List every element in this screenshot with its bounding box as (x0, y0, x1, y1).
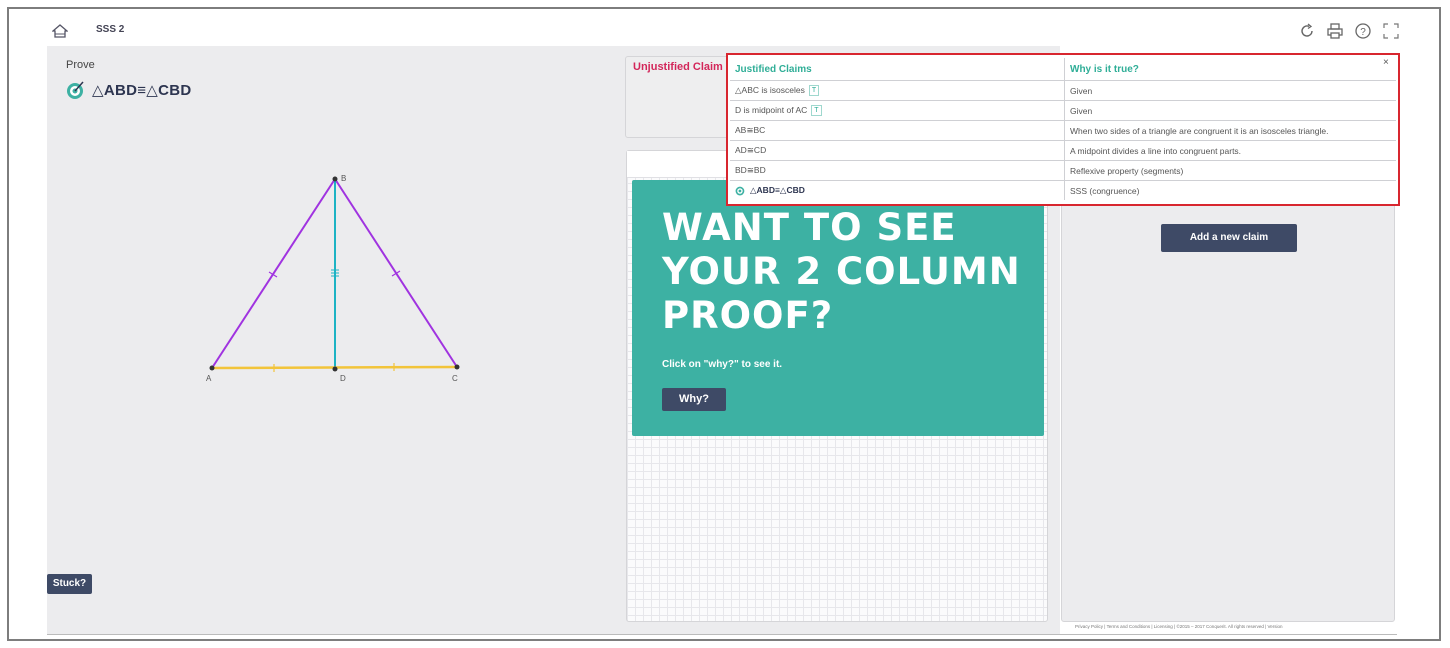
table-row[interactable]: AB≅BC When two sides of a triangle are c… (730, 120, 1396, 141)
promo-subtitle: Click on "why?" to see it. (662, 359, 783, 370)
reason-cell: Reflexive property (segments) (1064, 160, 1396, 181)
claim-cell: AD≅CD (730, 140, 1065, 161)
reason-cell: When two sides of a triangle are congrue… (1064, 120, 1396, 141)
column-header-reason: Why is it true? (1064, 58, 1396, 81)
help-icon[interactable]: ? (1354, 22, 1372, 40)
table-row[interactable]: D is midpoint of AC T Given (730, 100, 1396, 121)
app-title: SSS 2 (96, 24, 125, 35)
claim-cell: BD≅BD (730, 160, 1065, 181)
table-row[interactable]: △ABD≡△CBD SSS (congruence) (730, 180, 1396, 200)
table-row[interactable]: AD≅CD A midpoint divides a line into con… (730, 140, 1396, 161)
promo-title: WANT TO SEE YOUR 2 COLUMN PROOF? (662, 206, 1021, 337)
point-b[interactable] (332, 176, 338, 182)
table-header-row: Justified Claims Why is it true? (730, 58, 1396, 81)
theorem-badge: T (811, 105, 822, 117)
reason-cell: Given (1064, 80, 1396, 101)
svg-text:?: ? (1360, 27, 1366, 38)
claim-text: D is midpoint of AC (735, 104, 808, 115)
reason-cell: Given (1064, 100, 1396, 121)
add-claim-button[interactable]: Add a new claim (1161, 224, 1297, 252)
label-b: B (341, 174, 346, 183)
claim-text: △ABD≡△CBD (750, 184, 805, 195)
reason-cell: SSS (congruence) (1070, 185, 1140, 196)
claim-text: △ABC is isosceles (735, 84, 805, 95)
label-d: D (340, 374, 346, 383)
home-icon[interactable] (52, 24, 68, 38)
label-c: C (452, 374, 458, 383)
column-header-claim: Justified Claims (730, 58, 1065, 81)
reason-cell: A midpoint divides a line into congruent… (1064, 140, 1396, 161)
print-icon[interactable] (1326, 22, 1344, 40)
justified-claims-table: Justified Claims Why is it true? △ABC is… (730, 58, 1396, 200)
prove-label: Prove (66, 59, 95, 71)
fullscreen-icon[interactable] (1382, 22, 1400, 40)
claim-cell: D is midpoint of AC T (730, 100, 1065, 121)
divider (47, 634, 1397, 635)
prove-target: △ABD≡△CBD (66, 80, 192, 100)
theorem-badge: T (808, 85, 820, 97)
label-a: A (206, 374, 212, 383)
table-row[interactable]: BD≅BD Reflexive property (segments) (730, 160, 1396, 181)
target-icon (735, 186, 745, 196)
claim-cell: AB≅BC (730, 120, 1065, 141)
footer-links[interactable]: Privacy Policy | Terms and Conditions | … (1075, 624, 1283, 629)
stuck-button[interactable]: Stuck? (47, 574, 92, 594)
toolbar: ? (1298, 22, 1400, 40)
target-icon (67, 81, 84, 99)
point-c[interactable] (454, 364, 460, 370)
refresh-icon[interactable] (1298, 22, 1316, 40)
table-row[interactable]: △ABC is isosceles T Given (730, 80, 1396, 101)
segment-ab[interactable] (211, 178, 336, 369)
claim-cell: △ABD≡△CBD (730, 180, 1065, 200)
claim-cell: △ABC is isosceles T (730, 80, 1065, 101)
unjustified-claims-title: Unjustified Claim (633, 61, 723, 73)
top-bar (9, 9, 1439, 45)
point-a[interactable] (209, 365, 215, 371)
triangle-figure: A B C D (206, 174, 460, 383)
point-d[interactable] (332, 366, 338, 372)
prove-statement: △ABD≡△CBD (92, 82, 192, 99)
why-button[interactable]: Why? (662, 388, 726, 411)
